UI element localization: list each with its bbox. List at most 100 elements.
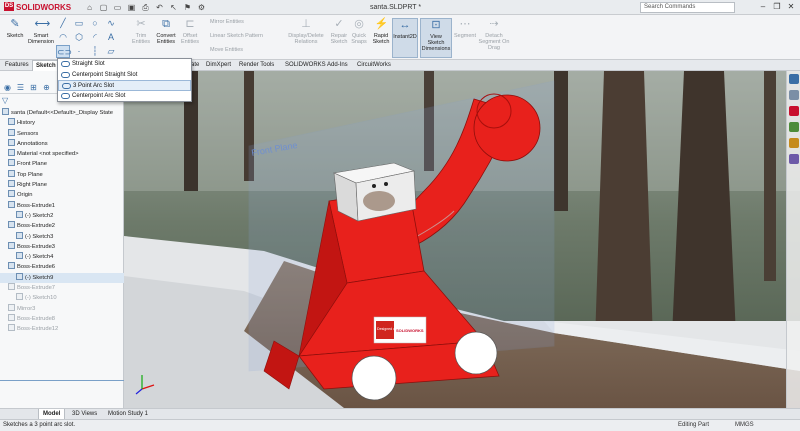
close-icon[interactable]: ✕ <box>786 1 796 13</box>
status-bar: Sketches a 3 point arc slot. Editing Par… <box>0 419 800 431</box>
menu-item-centerpoint-straight-slot[interactable]: Centerpoint Straight Slot <box>58 70 191 81</box>
view-sketch-dimensions-button[interactable]: ⊡ View Sketch Dimensions <box>420 18 452 58</box>
design-library-icon[interactable] <box>788 90 799 100</box>
view-dimensions-icon: ⊡ <box>431 19 441 31</box>
sensor-icon <box>8 128 15 136</box>
tree-item[interactable]: Sensors <box>0 128 124 139</box>
resources-icon[interactable] <box>788 74 799 84</box>
solidworks-logo[interactable]: DS SOLIDWORKS <box>4 2 74 13</box>
wheel-rear[interactable] <box>454 331 498 375</box>
rollback-bar[interactable] <box>0 380 124 381</box>
snap-icon: ◎ <box>354 18 364 30</box>
tree-item[interactable]: (-) Sketch3 <box>0 231 124 242</box>
dimxpert-manager-icon[interactable]: ⊕ <box>41 82 52 93</box>
custom-properties-icon[interactable] <box>788 154 799 164</box>
tree-item-rolled-back[interactable]: Boss-Extrude7 <box>0 283 124 293</box>
tab-render-tools[interactable]: Render Tools <box>236 60 277 71</box>
feature-tree-icon[interactable]: ◉ <box>2 82 13 93</box>
santa-eye-left <box>372 184 376 188</box>
wheel-front[interactable] <box>351 355 397 401</box>
tree-item[interactable]: Boss-Extrude2 <box>0 221 124 231</box>
print-icon[interactable]: ⎙ <box>140 2 151 13</box>
mirror-entities-button[interactable]: Mirror Entities <box>210 19 244 26</box>
sketch-button[interactable]: ✎ Sketch <box>2 18 28 58</box>
point-icon[interactable]: · <box>72 45 86 58</box>
plane-icon[interactable]: ▱ <box>104 45 118 58</box>
rebuild-icon[interactable]: ⚑ <box>182 2 193 13</box>
tree-item[interactable]: Annotations <box>0 138 124 149</box>
rapid-sketch-button[interactable]: ⚡ Rapid Sketch <box>368 18 394 58</box>
tree-item[interactable]: Boss-Extrude6 <box>0 262 124 272</box>
property-manager-icon[interactable]: ☰ <box>15 82 26 93</box>
display-delete-relations-button[interactable]: ⊥ Display/Delete Relations <box>288 18 324 58</box>
slot-dropdown-menu: Straight Slot Centerpoint Straight Slot … <box>57 58 192 102</box>
slot-icon[interactable]: ⊂⊃ <box>56 45 72 58</box>
tree-root[interactable]: santa (Default<<Default>_Display State <box>0 108 124 118</box>
spline-icon[interactable]: ∿ <box>104 17 118 30</box>
tree-item-rolled-back[interactable]: Boss-Extrude8 <box>0 313 124 324</box>
tree-item-rolled-back[interactable]: Boss-Extrude12 <box>0 324 124 334</box>
tree-item[interactable]: Material <not specified> <box>0 149 124 159</box>
arc-icon[interactable]: ◠ <box>56 31 70 44</box>
filter-icon[interactable]: ▽ <box>2 96 12 106</box>
new-icon[interactable]: ▢ <box>98 2 109 13</box>
centerline-icon[interactable]: ┆ <box>88 45 102 58</box>
polygon-icon[interactable]: ⬡ <box>72 31 86 44</box>
instant2d-icon: ↔ <box>399 19 411 31</box>
appearances-icon[interactable] <box>788 138 799 148</box>
linear-sketch-pattern-button[interactable]: Linear Sketch Pattern <box>210 33 263 40</box>
graphics-viewport[interactable]: Front Plane Designed with SOLIDWORKS <box>124 71 800 408</box>
menu-item-3-point-arc-slot[interactable]: 3 Point Arc Slot <box>58 80 191 91</box>
tree-item[interactable]: Boss-Extrude1 <box>0 200 124 211</box>
fillet-icon[interactable]: ◜ <box>88 31 102 44</box>
tree-item[interactable]: Top Plane <box>0 169 124 180</box>
tree-item-rolled-back[interactable]: (-) Sketch10 <box>0 293 124 303</box>
tree-item[interactable]: (-) Sketch4 <box>0 252 124 262</box>
minimize-icon[interactable]: – <box>758 1 768 13</box>
tree-item[interactable]: Right Plane <box>0 180 124 190</box>
trim-entities-button[interactable]: ✂ Trim Entities <box>128 18 154 58</box>
line-icon[interactable]: ╱ <box>56 17 70 30</box>
search-commands-input[interactable]: Search Commands <box>640 2 735 13</box>
tree-item[interactable]: Boss-Extrude3 <box>0 241 124 252</box>
tab-addins[interactable]: SOLIDWORKS Add-Ins <box>282 60 351 71</box>
file-explorer-icon[interactable] <box>788 106 799 116</box>
configuration-manager-icon[interactable]: ⊞ <box>28 82 39 93</box>
santa-hand[interactable] <box>473 94 541 162</box>
convert-entities-button[interactable]: ⧉ Convert Entities <box>153 18 179 58</box>
select-icon[interactable]: ↖ <box>168 2 179 13</box>
tree-item[interactable]: Origin <box>0 190 124 200</box>
options-icon[interactable]: ⚙ <box>196 2 207 13</box>
circle-icon[interactable]: ○ <box>88 17 102 30</box>
unit-system[interactable]: MMGS <box>735 420 754 431</box>
rectangle-icon[interactable]: ▭ <box>72 17 86 30</box>
editing-mode: Editing Part <box>678 422 710 428</box>
menu-item-straight-slot[interactable]: Straight Slot <box>58 59 191 70</box>
tab-sketch[interactable]: Sketch <box>32 60 60 71</box>
save-icon[interactable]: ▣ <box>126 2 137 13</box>
tree-item-selected[interactable]: (-) Sketch9 <box>0 272 124 284</box>
rapid-sketch-icon: ⚡ <box>374 18 389 30</box>
tab-features[interactable]: Features <box>2 60 32 71</box>
move-entities-button[interactable]: Move Entities <box>210 47 243 54</box>
tree-item[interactable]: (-) Sketch2 <box>0 210 124 221</box>
offset-entities-button[interactable]: ⊏ Offset Entities <box>177 18 203 58</box>
detach-segment-button[interactable]: ⇢ Detach Segment On Drag <box>478 18 510 58</box>
open-icon[interactable]: ▭ <box>112 2 123 13</box>
segment-button[interactable]: ⋯ Segment <box>452 18 478 58</box>
tree-item-rolled-back[interactable]: Mirror3 <box>0 303 124 314</box>
view-palette-icon[interactable] <box>788 122 799 132</box>
home-icon[interactable]: ⌂ <box>84 2 95 13</box>
tree-item[interactable]: Front Plane <box>0 159 124 169</box>
tab-circuitworks[interactable]: CircuitWorks <box>354 60 394 71</box>
menu-item-centerpoint-arc-slot[interactable]: Centerpoint Arc Slot <box>58 91 191 102</box>
restore-icon[interactable]: ❐ <box>772 1 782 13</box>
tab-dimxpert[interactable]: DimXpert <box>203 60 234 71</box>
title-bar: DS SOLIDWORKS ⌂ ▢ ▭ ▣ ⎙ ↶ ↖ ⚑ ⚙ santa.SLD… <box>0 0 800 15</box>
tree-item[interactable]: History <box>0 118 124 128</box>
smart-dimension-button[interactable]: ⟷ Smart Dimension <box>28 18 54 58</box>
undo-icon[interactable]: ↶ <box>154 2 165 13</box>
instant2d-button[interactable]: ↔ Instant2D <box>392 18 418 58</box>
text-icon[interactable]: A <box>104 31 118 44</box>
sketch-icon <box>16 210 23 218</box>
